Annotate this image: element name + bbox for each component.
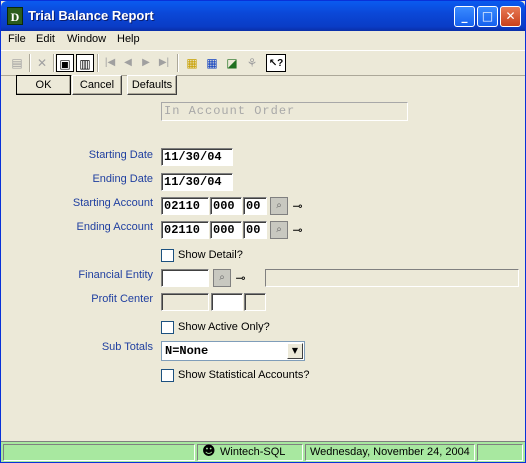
sub-totals-select[interactable]: N=None ▼	[161, 341, 305, 361]
ending-account-segment-2[interactable]: 000	[210, 221, 242, 239]
ending-date-input[interactable]: 11/30/04	[161, 173, 233, 191]
toolbar-separator	[29, 54, 31, 72]
binoculars-icon[interactable]: ⌕	[213, 269, 231, 287]
status-pane-server: ☻ Wintech-SQL	[197, 444, 303, 461]
new-icon[interactable]: ▤	[8, 54, 26, 72]
show-statistical-accounts-label: Show Statistical Accounts?	[178, 369, 310, 381]
profit-center-segment-1[interactable]	[161, 293, 209, 311]
menu-help[interactable]: Help	[117, 33, 140, 45]
starting-account-segment-1[interactable]: 02110	[161, 197, 209, 215]
server-name: Wintech-SQL	[220, 446, 286, 458]
ending-account-label: Ending Account	[76, 221, 153, 233]
menu-bar: File Edit Window Help	[1, 31, 525, 49]
profit-center-label: Profit Center	[91, 293, 153, 305]
ending-account-segment-1[interactable]: 02110	[161, 221, 209, 239]
sub-totals-label: Sub Totals	[101, 341, 153, 353]
toolbar-separator	[53, 54, 55, 72]
show-detail-label: Show Detail?	[178, 249, 243, 261]
app-icon[interactable]: D	[7, 7, 23, 25]
financial-entity-label: Financial Entity	[78, 269, 153, 281]
previous-record-icon[interactable]: ◀	[119, 54, 137, 72]
save-icon[interactable]: ▣	[56, 54, 74, 72]
starting-account-segment-2[interactable]: 000	[210, 197, 242, 215]
maximize-button[interactable]: □	[477, 6, 498, 27]
help-icon[interactable]: ↖?	[266, 54, 286, 72]
trial-balance-report-window: D Trial Balance Report _ □ ✕ File Edit W…	[0, 0, 526, 463]
financial-entity-input[interactable]	[161, 269, 209, 287]
status-pane-right	[477, 444, 523, 461]
pin-icon[interactable]: ⊸	[289, 197, 306, 215]
toolbar: ▤ ✕ ▣ ▥ |◀ ◀ ▶ ▶| ▦ ▦ ◪ ⚘ ↖?	[1, 50, 525, 76]
users-icon[interactable]: ⚘	[243, 54, 261, 72]
binoculars-icon[interactable]: ⌕	[270, 197, 288, 215]
cancel-button[interactable]: Cancel	[72, 75, 122, 95]
calculator-icon[interactable]: ▦	[203, 54, 221, 72]
delete-icon[interactable]: ✕	[33, 54, 51, 72]
show-active-only-checkbox[interactable]	[161, 321, 174, 334]
sub-totals-selected-value: N=None	[165, 344, 209, 358]
ok-button[interactable]: OK	[16, 75, 71, 95]
menu-edit[interactable]: Edit	[36, 33, 55, 45]
close-button[interactable]: ✕	[500, 6, 521, 27]
toolbar-separator	[177, 54, 179, 72]
notes-icon[interactable]: ▦	[183, 54, 201, 72]
title-bar[interactable]: D Trial Balance Report _ □ ✕	[1, 1, 525, 31]
pin-icon[interactable]: ⊸	[289, 221, 306, 239]
user-icon: ☻	[202, 444, 216, 459]
ending-date-label: Ending Date	[92, 173, 153, 185]
binoculars-icon[interactable]: ⌕	[270, 221, 288, 239]
menu-file[interactable]: File	[8, 33, 26, 45]
defaults-button[interactable]: Defaults	[127, 75, 177, 95]
window-title: Trial Balance Report	[28, 8, 154, 23]
report-icon[interactable]: ◪	[223, 54, 241, 72]
trash-icon[interactable]: ▥	[76, 54, 94, 72]
last-record-icon[interactable]: ▶|	[155, 54, 173, 72]
show-detail-checkbox[interactable]	[161, 249, 174, 262]
chevron-down-icon[interactable]: ▼	[287, 343, 303, 359]
ending-account-segment-3[interactable]: 00	[243, 221, 267, 239]
status-bar: ☻ Wintech-SQL Wednesday, November 24, 20…	[1, 441, 525, 462]
show-active-only-label: Show Active Only?	[178, 321, 270, 333]
starting-account-lookup: ⌕ ⊸	[270, 197, 306, 215]
minimize-button[interactable]: _	[454, 6, 475, 27]
starting-date-input[interactable]: 11/30/04	[161, 148, 233, 166]
profit-center-segment-2[interactable]	[211, 293, 243, 311]
financial-entity-description	[265, 269, 519, 287]
status-pane-left	[3, 444, 195, 461]
profit-center-segment-3[interactable]	[244, 293, 266, 311]
starting-account-label: Starting Account	[72, 197, 153, 209]
pin-icon[interactable]: ⊸	[232, 269, 249, 287]
menu-window[interactable]: Window	[67, 33, 106, 45]
first-record-icon[interactable]: |◀	[101, 54, 119, 72]
status-pane-date: Wednesday, November 24, 2004	[305, 444, 475, 461]
financial-entity-lookup: ⌕ ⊸	[213, 269, 249, 287]
show-statistical-accounts-checkbox[interactable]	[161, 369, 174, 382]
ending-account-lookup: ⌕ ⊸	[270, 221, 306, 239]
starting-date-label: Starting Date	[88, 149, 153, 161]
starting-account-segment-3[interactable]: 00	[243, 197, 267, 215]
report-order-display: In Account Order	[161, 102, 408, 121]
next-record-icon[interactable]: ▶	[137, 54, 155, 72]
toolbar-separator	[97, 54, 99, 72]
